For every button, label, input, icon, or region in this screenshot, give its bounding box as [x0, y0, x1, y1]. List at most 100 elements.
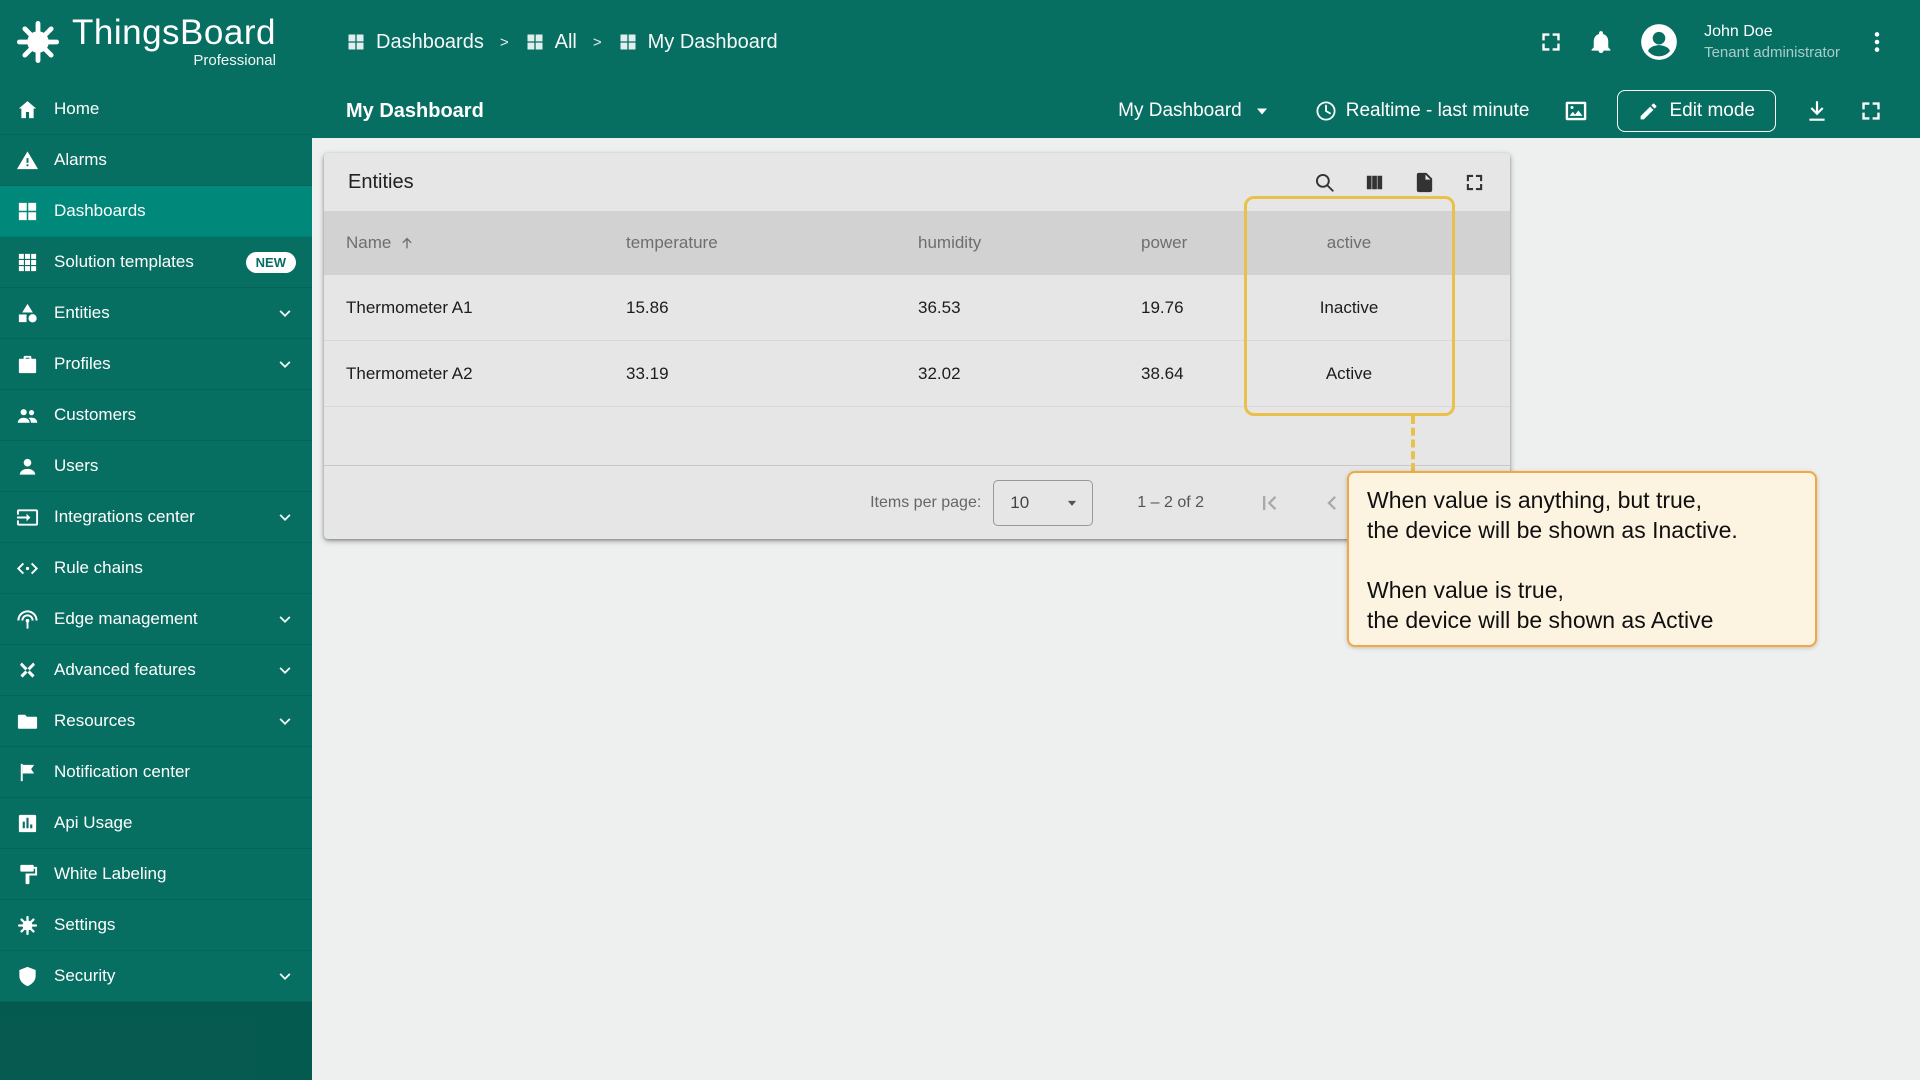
- breadcrumb-my-dashboard[interactable]: My Dashboard: [618, 31, 778, 54]
- download-icon: [1809, 101, 1825, 121]
- sidebar-item-white-labeling[interactable]: White Labeling: [0, 849, 312, 900]
- more-menu-button[interactable]: [1864, 29, 1890, 55]
- sidebar-item-security[interactable]: Security: [0, 951, 312, 1002]
- sidebar-item-label: Advanced features: [54, 660, 196, 679]
- sidebar-item-home[interactable]: Home: [0, 84, 312, 135]
- sidebar-item-settings[interactable]: Settings: [0, 900, 312, 951]
- grid-icon: [620, 34, 636, 50]
- entities-icon: [18, 303, 37, 322]
- sidebar-item-label: Users: [54, 456, 99, 475]
- toolbar-actions: My Dashboard Realtime - last minute Edit…: [1112, 90, 1884, 132]
- user-name: John Doe: [1704, 22, 1773, 40]
- sidebar-item-label: Home: [54, 99, 100, 118]
- paint-icon: [20, 864, 38, 884]
- chart-box-icon: [18, 814, 37, 832]
- sidebar-item-label: Dashboards: [54, 201, 146, 220]
- timewindow-label: Realtime - last minute: [1345, 100, 1530, 121]
- sidebar-item-dashboards[interactable]: Dashboards: [0, 186, 312, 237]
- file-icon: [1416, 172, 1433, 192]
- sidebar-item-api-usage[interactable]: Api Usage: [0, 798, 312, 849]
- sidebar-item-entities[interactable]: Entities: [0, 288, 312, 339]
- user-avatar[interactable]: [1638, 21, 1680, 63]
- widget-columns-button[interactable]: [1363, 171, 1386, 194]
- brand-block: ThingsBoard Professional: [72, 14, 276, 69]
- sidebar-item-label: Rule chains: [54, 558, 143, 577]
- sidebar-item-label: Settings: [54, 915, 116, 934]
- chevron-down-icon: [279, 667, 291, 675]
- first-page-icon: [1263, 495, 1277, 510]
- widget-header: Entities: [324, 153, 1510, 211]
- cell-power: 38.64: [1141, 363, 1184, 383]
- timewindow-button[interactable]: Realtime - last minute: [1308, 98, 1536, 124]
- sidebar-item-edge-management[interactable]: Edge management: [0, 594, 312, 645]
- integrations-icon: [16, 508, 39, 526]
- fullscreen-icon: [1862, 102, 1880, 120]
- column-header-humidity[interactable]: humidity: [918, 233, 1141, 253]
- widget-export-button[interactable]: [1413, 171, 1436, 194]
- sidebar-item-integrations-center[interactable]: Integrations center: [0, 492, 312, 543]
- table-row[interactable]: Thermometer A2 33.19 32.02 38.64 Active: [324, 341, 1510, 407]
- logo[interactable]: ThingsBoard Professional: [0, 0, 312, 84]
- column-header-name[interactable]: Name: [324, 233, 626, 253]
- chevron-down-icon: [279, 718, 291, 726]
- home-icon: [18, 100, 37, 118]
- dashboard-state-select[interactable]: My Dashboard: [1112, 98, 1280, 124]
- column-label: Name: [346, 233, 392, 252]
- tooltip-line: the device will be shown as Inactive.: [1367, 517, 1738, 543]
- widget-fullscreen-button[interactable]: [1463, 171, 1486, 194]
- bell-icon: [1591, 31, 1611, 54]
- sidebar-item-label: Entities: [54, 303, 110, 322]
- sidebar-item-label: Alarms: [54, 150, 107, 169]
- cell-power: 19.76: [1141, 297, 1184, 317]
- sidebar-item-resources[interactable]: Resources: [0, 696, 312, 747]
- column-header-temperature[interactable]: temperature: [626, 233, 918, 253]
- sidebar-item-rule-chains[interactable]: Rule chains: [0, 543, 312, 594]
- edit-mode-button[interactable]: Edit mode: [1617, 90, 1776, 132]
- widget-title: Entities: [348, 170, 414, 193]
- notifications-button[interactable]: [1588, 29, 1614, 55]
- sidebar-item-solution-templates[interactable]: Solution templates NEW: [0, 237, 312, 288]
- sidebar: ThingsBoard Professional Home Alarms Das…: [0, 0, 312, 1080]
- sidebar-item-advanced-features[interactable]: Advanced features: [0, 645, 312, 696]
- sidebar-item-customers[interactable]: Customers: [0, 390, 312, 441]
- export-dashboard-button[interactable]: [1804, 98, 1830, 124]
- flag-icon: [20, 763, 35, 781]
- cell-active-status: Active: [1325, 363, 1373, 383]
- widget-search-button[interactable]: [1313, 171, 1336, 194]
- items-per-page-label: Items per page:: [870, 493, 982, 511]
- previous-page-button[interactable]: [1318, 489, 1346, 517]
- sort-ascending-icon: [402, 237, 413, 249]
- dashboard-fullscreen-button[interactable]: [1858, 98, 1884, 124]
- dropdown-arrow-icon: [1068, 500, 1077, 506]
- breadcrumb-dashboards[interactable]: Dashboards: [346, 31, 484, 54]
- sidebar-menu: Home Alarms Dashboards Solution template…: [0, 84, 312, 1002]
- sidebar-item-alarms[interactable]: Alarms: [0, 135, 312, 186]
- fullscreen-button[interactable]: [1538, 29, 1564, 55]
- dashboards-icon: [18, 202, 37, 220]
- dashboard-image-button[interactable]: [1563, 98, 1589, 124]
- sidebar-item-profiles[interactable]: Profiles: [0, 339, 312, 390]
- thingsboard-logo-icon: [14, 18, 62, 66]
- cell-temperature: 15.86: [626, 297, 669, 317]
- breadcrumb-label: All: [554, 30, 577, 53]
- breadcrumb-all[interactable]: All: [525, 31, 577, 54]
- table-empty-space: [324, 407, 1510, 465]
- sidebar-item-label: Api Usage: [54, 813, 133, 832]
- column-header-power[interactable]: power: [1141, 233, 1254, 253]
- profiles-icon: [18, 355, 37, 373]
- user-info[interactable]: John Doe Tenant administrator: [1704, 22, 1840, 62]
- table-row[interactable]: Thermometer A1 15.86 36.53 19.76 Inactiv…: [324, 275, 1510, 341]
- sidebar-item-label: Security: [54, 966, 116, 985]
- app-root: ThingsBoard Professional Home Alarms Das…: [0, 0, 1920, 1080]
- column-header-active[interactable]: active: [1254, 233, 1444, 253]
- sidebar-item-notification-center[interactable]: Notification center: [0, 747, 312, 798]
- columns-icon: [1366, 175, 1383, 189]
- tools-icon: [20, 661, 35, 678]
- chevron-down-icon: [279, 973, 291, 981]
- folder-icon: [17, 714, 38, 729]
- first-page-button[interactable]: [1256, 489, 1284, 517]
- breadcrumb: Dashboards > All > My Dashboard: [346, 31, 778, 54]
- sidebar-item-users[interactable]: Users: [0, 441, 312, 492]
- items-per-page-select[interactable]: 10: [993, 479, 1094, 526]
- brand-subtitle: Professional: [193, 51, 276, 69]
